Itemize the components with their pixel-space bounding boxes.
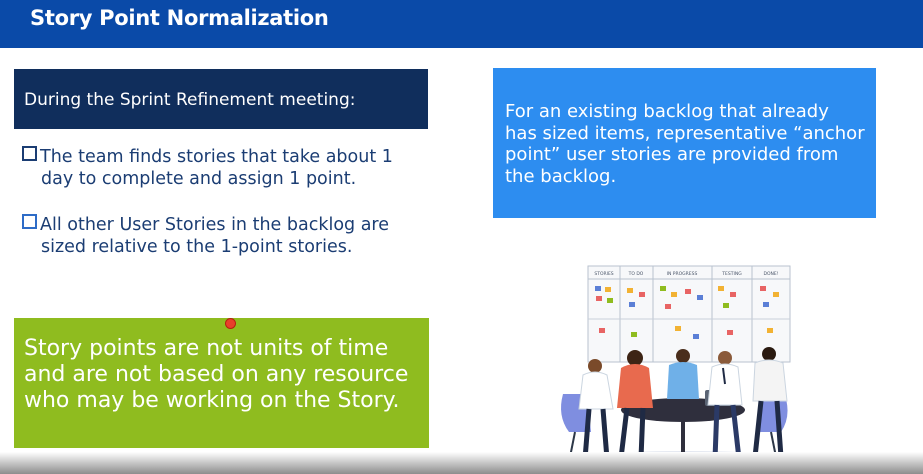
team-meeting-kanban-illustration: STORIES TO DO IN PROGRESS TESTING DONE! [561,265,791,465]
kanban-board: STORIES TO DO IN PROGRESS TESTING DONE! [587,265,791,363]
board-col-done: DONE! [763,271,778,277]
board-col-stories: STORIES [594,271,613,277]
bullet-1-line-2: day to complete and assign 1 point. [41,169,357,189]
bullet-item-2: All other User Stories in the backlog ar… [22,214,389,258]
bullet-1-line-1: The team finds stories that take about 1 [40,147,393,167]
bottom-shadow-strip [0,452,923,474]
board-col-in-progress: IN PROGRESS [667,271,698,277]
refinement-header-box: During the Sprint Refinement meeting: [14,69,428,129]
slide-title: Story Point Normalization [30,6,329,30]
board-col-testing: TESTING [721,271,742,277]
story-points-callout: Story points are not units of time and a… [14,318,429,448]
anchor-point-callout-text: For an existing backlog that already has… [505,101,865,187]
title-bar: Story Point Normalization [0,0,923,48]
checkbox-bullet-icon [22,214,37,229]
checkbox-bullet-icon [22,146,37,161]
laser-pointer-dot [225,318,236,329]
refinement-header-text: During the Sprint Refinement meeting: [24,90,356,110]
bullet-2-line-2: sized relative to the 1-point stories. [41,237,353,257]
board-col-todo: TO DO [628,271,644,277]
bullet-item-1: The team finds stories that take about 1… [22,146,393,190]
story-points-callout-text: Story points are not units of time and a… [24,336,409,413]
anchor-point-callout: For an existing backlog that already has… [493,68,876,218]
bullet-2-line-1: All other User Stories in the backlog ar… [40,215,390,235]
